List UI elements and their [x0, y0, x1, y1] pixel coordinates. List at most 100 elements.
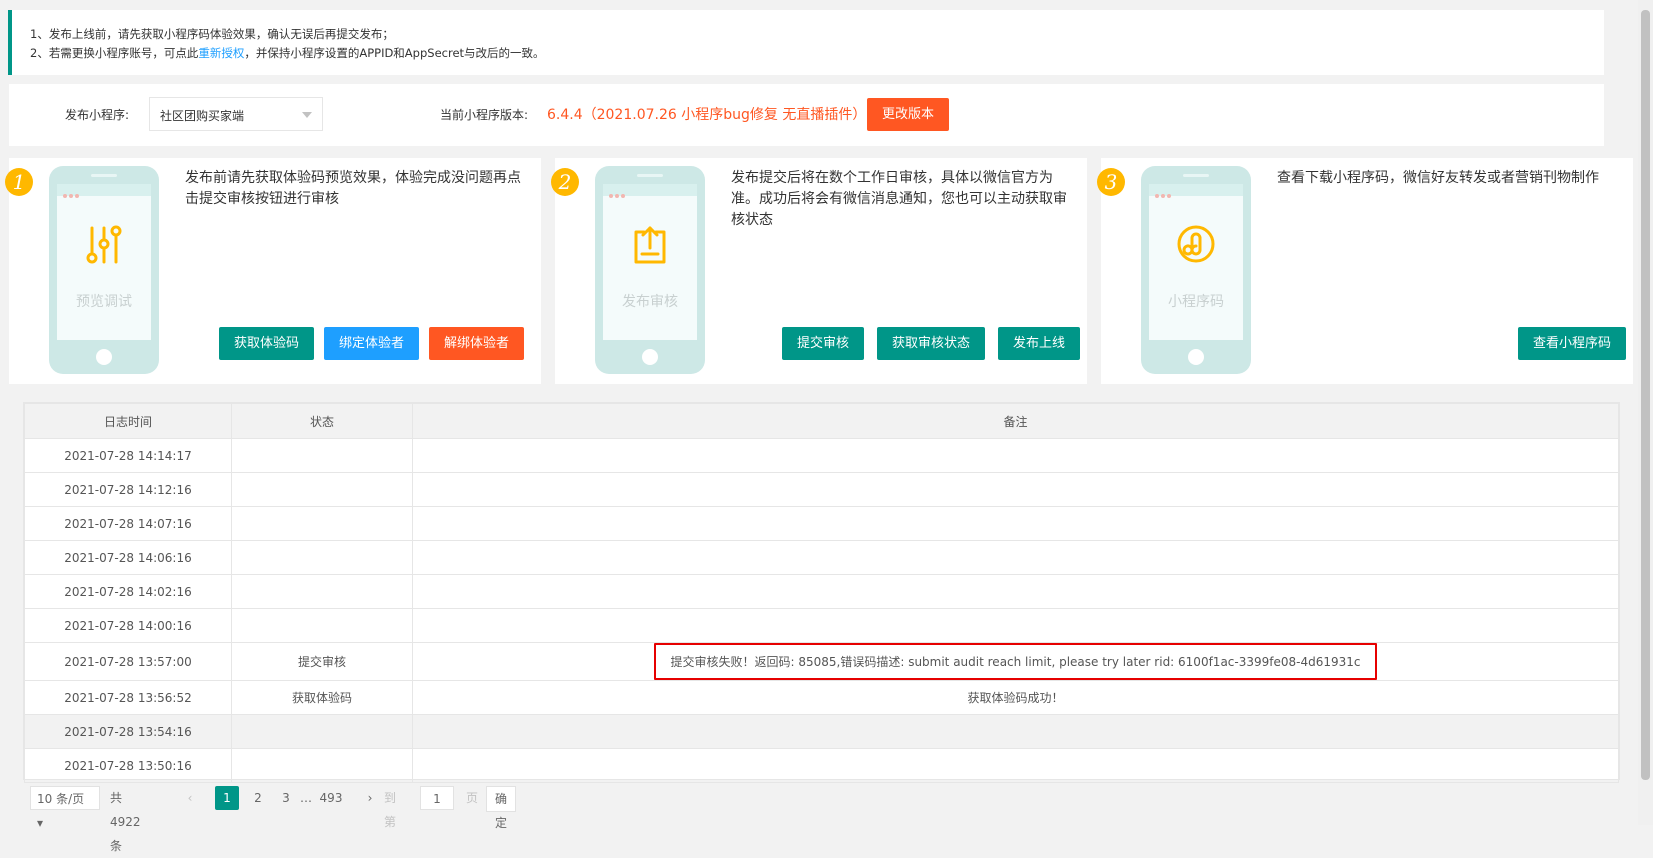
view-qrcode-button[interactable]: 查看小程序码: [1518, 327, 1627, 360]
cell-time: 2021-07-28 13:54:16: [24, 714, 232, 749]
page-size-select[interactable]: 10 条/页 ▾: [30, 786, 100, 830]
page-3[interactable]: 3: [274, 786, 298, 810]
scrollbar-thumb[interactable]: [1641, 10, 1650, 780]
cell-remark: 获取体验码成功！: [412, 680, 1619, 715]
notice-panel: 1、发布上线前，请先获取小程序码体验效果，确认无误后再提交发布； 2、若需更换小…: [8, 10, 1604, 75]
mini-program-select-value: 社区团购买家端: [160, 109, 245, 123]
cell-time: 2021-07-28 13:56:52: [24, 680, 232, 715]
table-row: 2021-07-28 14:14:17: [24, 438, 1619, 473]
table-row: 2021-07-28 13:56:52 获取体验码 获取体验码成功！: [24, 680, 1619, 715]
mini-program-select[interactable]: 社区团购买家端: [149, 97, 323, 131]
submit-audit-button[interactable]: 提交审核: [782, 327, 865, 360]
cell-status: [231, 714, 413, 749]
table-row: 2021-07-28 14:06:16: [24, 540, 1619, 575]
cell-time: 2021-07-28 14:00:16: [24, 608, 232, 643]
phone-illustration: 发布审核: [595, 166, 705, 374]
cell-time: 2021-07-28 14:12:16: [24, 472, 232, 507]
phone-caption: 预览调试: [76, 294, 132, 310]
cell-remark: 提交审核失败！返回码: 85085,错误码描述: submit audit re…: [412, 642, 1619, 681]
step-badge: 1: [5, 168, 33, 196]
phone-caption: 小程序码: [1168, 294, 1224, 310]
change-version-button[interactable]: 更改版本: [867, 98, 950, 131]
cell-status: 获取体验码: [231, 680, 413, 715]
step-card-preview: 1 预览调试 发布前请先获取体验码预览效果，体验完成没问题再点击提交审核按钮进行…: [5, 158, 541, 384]
cell-time: 2021-07-28 14:14:17: [24, 438, 232, 473]
cell-status: [231, 608, 413, 643]
cell-status: [231, 574, 413, 609]
cell-remark: [412, 472, 1619, 507]
page-ellipsis: …: [300, 791, 312, 805]
version-value: 6.4.4（2021.07.26 小程序bug修复 无直播插件）: [547, 107, 867, 123]
step-description: 发布前请先获取体验码预览效果，体验完成没问题再点击提交审核按钮进行审核: [185, 170, 521, 207]
cell-remark: [412, 748, 1619, 783]
cell-remark: [412, 608, 1619, 643]
unbind-tester-button[interactable]: 解绑体验者: [429, 327, 525, 360]
cell-status: [231, 540, 413, 575]
get-audit-status-button[interactable]: 获取审核状态: [877, 327, 986, 360]
notice-line-1: 1、发布上线前，请先获取小程序码体验效果，确认无误后再提交发布；: [30, 27, 394, 41]
column-header-time[interactable]: 日志时间: [24, 403, 232, 439]
publish-bar: 发布小程序: 社区团购买家端 当前小程序版本: 6.4.4（2021.07.26…: [9, 84, 1604, 146]
page-unit-label: 页: [466, 791, 479, 805]
column-header-status[interactable]: 状态: [231, 403, 413, 439]
cell-status: [231, 748, 413, 783]
phone-illustration: 小程序码: [1141, 166, 1251, 374]
cell-status: [231, 506, 413, 541]
goto-confirm-button[interactable]: 确定: [486, 786, 517, 830]
cell-time: 2021-07-28 13:50:16: [24, 748, 232, 783]
phone-caption: 发布审核: [622, 294, 678, 310]
step-badge: 2: [551, 168, 579, 196]
notice-line-2: 2、若需更换小程序账号，可点此重新授权，并保持小程序设置的APPID和AppSe…: [30, 44, 1604, 63]
next-page-icon[interactable]: ›: [358, 786, 382, 810]
upload-doc-icon: [595, 224, 705, 267]
cell-remark: [412, 714, 1619, 749]
notice-line-2-suffix: ，并保持小程序设置的APPID和AppSecret与改后的一致。: [244, 46, 545, 60]
notice-line-2-prefix: 2、若需更换小程序账号，可点此: [30, 46, 199, 60]
step-description: 发布提交后将在数个工作日审核，具体以微信官方为准。成功后将会有微信消息通知，您也…: [731, 170, 1067, 228]
table-row: 2021-07-28 13:57:00 提交审核 提交审核失败！返回码: 850…: [24, 642, 1619, 681]
table-row: 2021-07-28 14:12:16: [24, 472, 1619, 507]
step-description: 查看下载小程序码，微信好友转发或者营销刊物制作: [1277, 170, 1599, 186]
table-row: 2021-07-28 13:54:16: [24, 714, 1619, 749]
cell-time: 2021-07-28 13:57:00: [24, 642, 232, 681]
table-row: 2021-07-28 14:02:16: [24, 574, 1619, 609]
goto-page-input[interactable]: 1: [420, 786, 454, 810]
bind-tester-button[interactable]: 绑定体验者: [324, 327, 420, 360]
publish-label: 发布小程序:: [65, 108, 130, 122]
cell-remark: [412, 506, 1619, 541]
page-2[interactable]: 2: [246, 786, 270, 810]
reauthorize-link[interactable]: 重新授权: [198, 46, 244, 60]
get-trial-code-button[interactable]: 获取体验码: [219, 327, 315, 360]
cell-time: 2021-07-28 14:06:16: [24, 540, 232, 575]
mini-program-icon: [1141, 224, 1251, 267]
table-header-row: 日志时间 状态 备注: [24, 403, 1619, 439]
version-label: 当前小程序版本:: [440, 108, 529, 122]
table-row: 2021-07-28 14:07:16: [24, 506, 1619, 541]
step-badge: 3: [1097, 168, 1125, 196]
cell-status: [231, 438, 413, 473]
table-row: 2021-07-28 14:00:16: [24, 608, 1619, 643]
cell-time: 2021-07-28 14:07:16: [24, 506, 232, 541]
page-last[interactable]: 493: [319, 786, 343, 810]
goto-label: 到第: [384, 791, 397, 829]
step-card-audit: 2 发布审核 发布提交后将在数个工作日审核，具体以微信官方为准。成功后将会有微信…: [551, 158, 1087, 384]
cell-remark: [412, 438, 1619, 473]
prev-page-icon[interactable]: ‹: [178, 786, 202, 810]
total-count: 共 4922 条: [110, 791, 141, 853]
cell-time: 2021-07-28 14:02:16: [24, 574, 232, 609]
chevron-down-icon: [302, 112, 312, 118]
cell-status: 提交审核: [231, 642, 413, 681]
cell-remark: [412, 574, 1619, 609]
log-table: 日志时间 状态 备注 2021-07-28 14:14:17 2021-07-2…: [23, 402, 1620, 783]
publish-online-button[interactable]: 发布上线: [998, 327, 1081, 360]
vertical-scrollbar[interactable]: [1638, 0, 1653, 825]
page-1[interactable]: 1: [215, 786, 239, 810]
sliders-icon: [49, 224, 159, 267]
cell-remark: [412, 540, 1619, 575]
column-header-remark[interactable]: 备注: [412, 403, 1619, 439]
cell-status: [231, 472, 413, 507]
page-size-value: 10 条/页: [37, 792, 85, 806]
error-message-highlight: 提交审核失败！返回码: 85085,错误码描述: submit audit re…: [654, 643, 1377, 680]
phone-illustration: 预览调试: [49, 166, 159, 374]
step-card-qrcode: 3 小程序码 查看下载小程序码，微信好友转发或者营销刊物制作 查看小程序码: [1097, 158, 1633, 384]
